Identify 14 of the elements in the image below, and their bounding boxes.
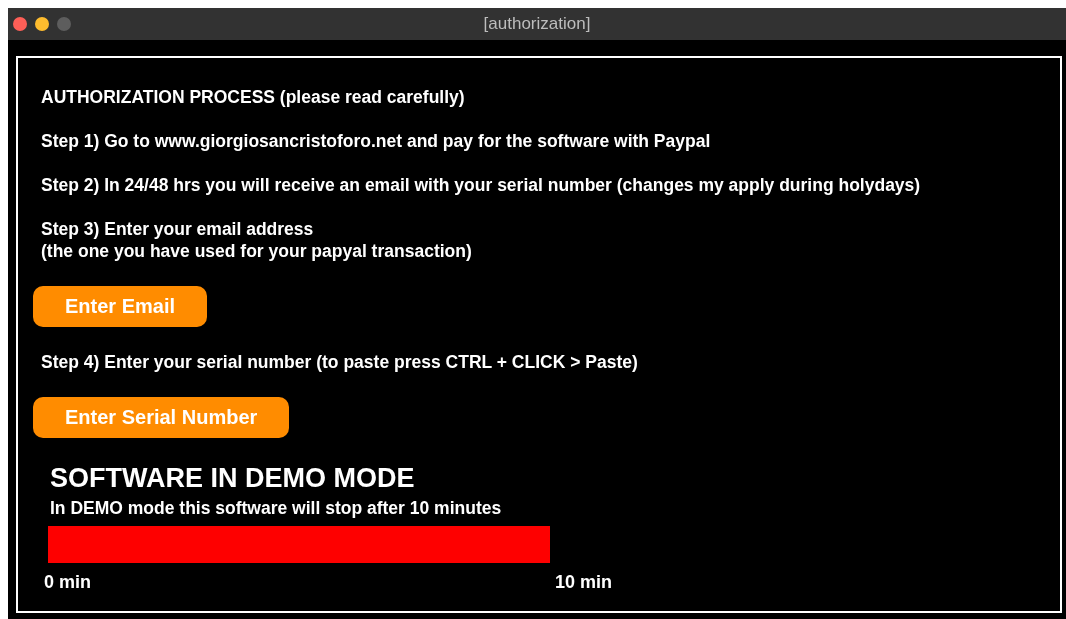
action-button[interactable]: Enter Email [33,286,208,327]
demo-heading: SOFTWARE IN DEMO MODE [50,462,415,494]
window-title: [authorization] [483,14,591,34]
instruction-text: Step 2) In 24/48 hrs you will receive an email with your serial number (changes my apply during holydays) [41,174,921,196]
action-button[interactable]: Enter Serial Number [33,397,290,438]
scale-label: 10 min [554,572,612,593]
scale-label: 0 min [44,572,91,593]
instruction-text: AUTHORIZATION PROCESS (please read carefully) [41,86,465,108]
instruction-text: Step 1) Go to www.giorgiosancristoforo.net and pay for the software with Paypal [41,130,711,152]
demo-note: In DEMO mode this software will stop after 10 minutes [50,498,502,519]
instruction-text: Step 4) Enter your serial number (to paste press CTRL + CLICK > Paste) [41,351,638,373]
minimize-button[interactable] [35,17,49,31]
close-button[interactable] [13,17,27,31]
instruction-text: Step 3) Enter your email address (the one you have used for your papyal transaction) [41,218,472,262]
